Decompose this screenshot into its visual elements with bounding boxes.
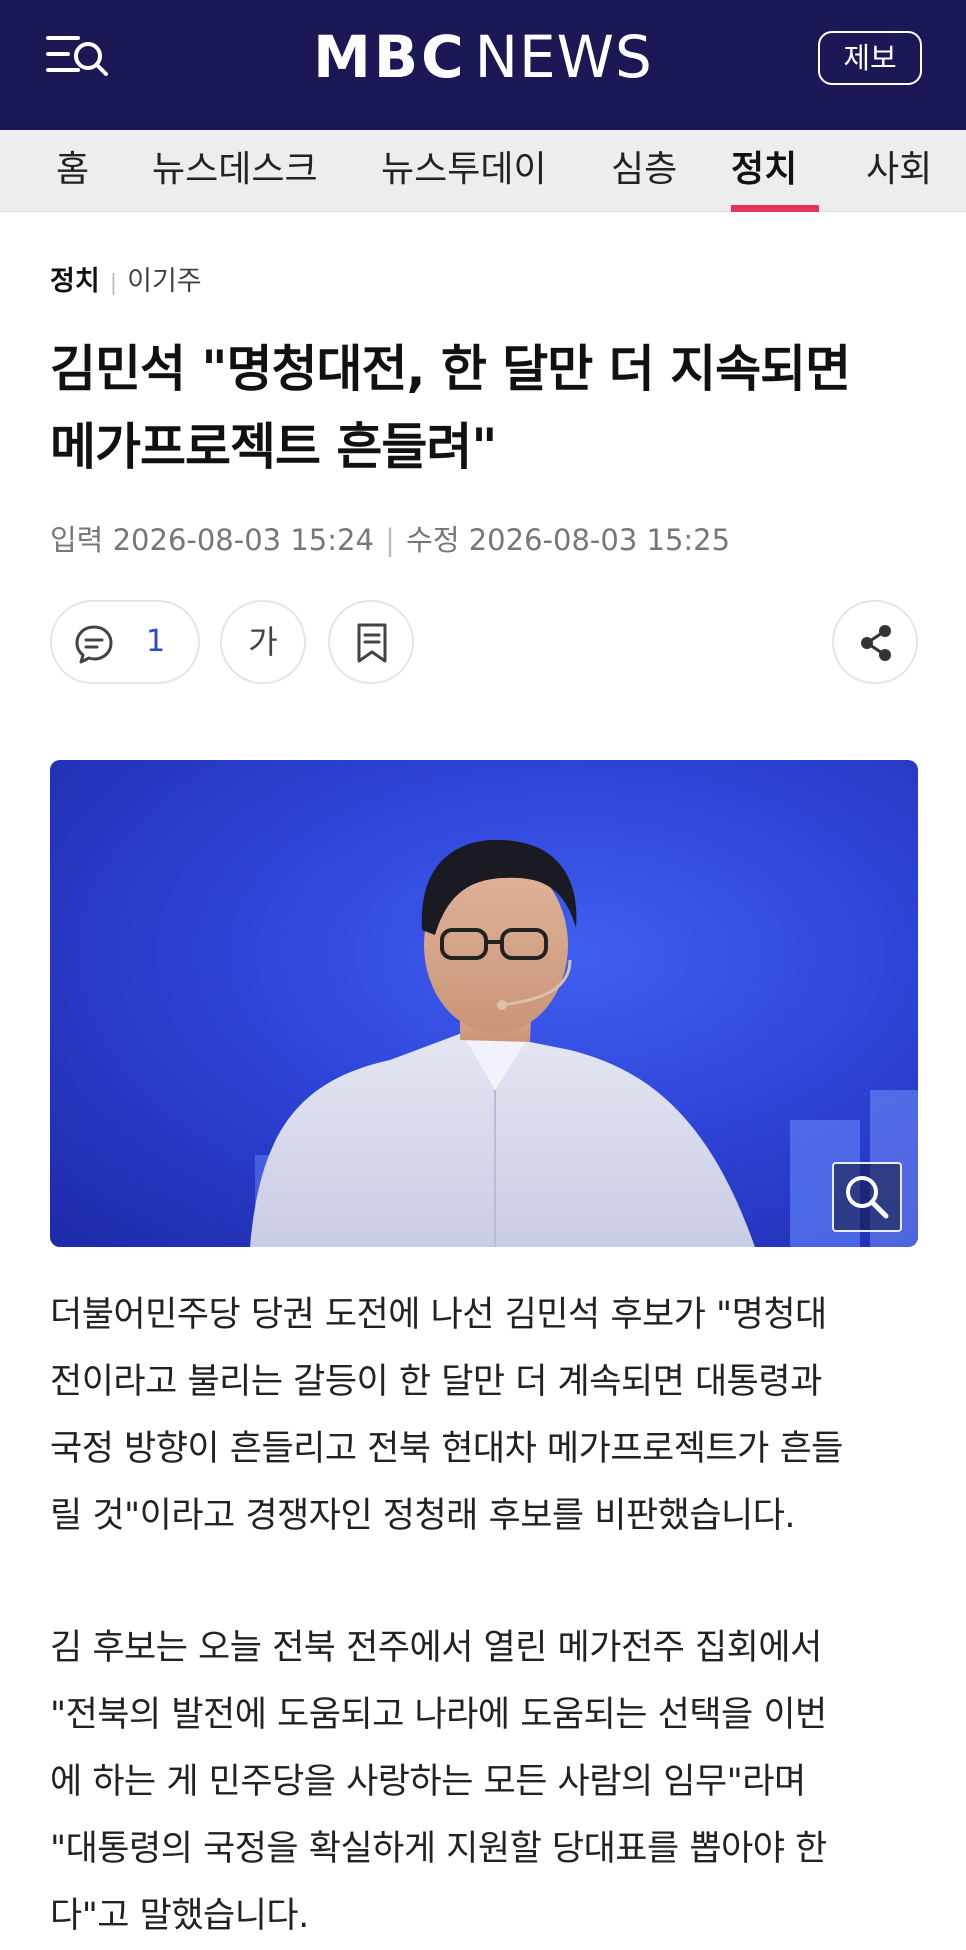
category-nav: 홈 뉴스데스크 뉴스투데이 심층 정치 사회	[0, 130, 966, 212]
headline-line-2: 메가프로젝트 흔들려"	[50, 418, 497, 476]
breadcrumb: 정치 | 이기주	[50, 265, 202, 301]
paragraph-line: 국정 방향이 흔들리고 전북 현대차 메가프로젝트가 흔들	[50, 1429, 843, 1469]
paragraph-line: "전북의 발전에 도움되고 나라에 도움되는 선택을 이번	[50, 1695, 827, 1735]
logo-news: NEWS	[474, 23, 653, 91]
font-size-icon: 가	[248, 623, 278, 661]
headline-line-1: 김민석 "명청대전, 한 달만 더 지속되면	[50, 340, 851, 398]
top-header: MBC NEWS 제보	[0, 0, 966, 130]
comment-icon	[75, 625, 113, 664]
article-paragraph-1: 더불어민주당 당권 도전에 나선 김민석 후보가 "명청대 전이라고 불리는 갈…	[50, 1282, 930, 1550]
bookmark-icon	[357, 623, 387, 663]
article-section[interactable]: 정치	[50, 266, 100, 297]
paragraph-line: 에 하는 게 민주당을 사랑하는 모든 사람의 임무"라며	[50, 1762, 806, 1802]
published-label: 입력	[50, 523, 104, 557]
published-time: 2026-08-03 15:24	[112, 523, 374, 557]
modified-label: 수정	[406, 523, 460, 557]
article-headline: 김민석 "명청대전, 한 달만 더 지속되면 메가프로젝트 흔들려"	[50, 330, 930, 486]
paragraph-line: 다"고 말했습니다.	[50, 1896, 309, 1936]
share-button[interactable]	[832, 600, 918, 684]
article-photo[interactable]	[50, 760, 918, 1247]
paragraph-line: "대통령의 국정을 확실하게 지원할 당대표를 뽑아야 한	[50, 1829, 827, 1869]
logo-mbc: MBC	[313, 23, 467, 91]
article-dates: 입력 2026-08-03 15:24 | 수정 2026-08-03 15:2…	[50, 520, 730, 560]
modified-time: 2026-08-03 15:25	[468, 523, 731, 557]
paragraph-line: 릴 것"이라고 경쟁자인 정청래 후보를 비판했습니다.	[50, 1496, 796, 1536]
speaker-photo-illustration	[250, 839, 918, 1247]
nav-item-politics[interactable]: 정치	[731, 130, 819, 212]
photo-zoom-button[interactable]	[832, 1162, 902, 1232]
article-author[interactable]: 이기주	[127, 266, 202, 297]
date-divider: |	[385, 523, 395, 557]
paragraph-line: 전이라고 불리는 갈등이 한 달만 더 계속되면 대통령과	[50, 1362, 822, 1402]
comment-button[interactable]: 1	[50, 600, 200, 684]
nav-item-home[interactable]: 홈	[56, 130, 89, 212]
zoom-icon	[846, 1176, 889, 1219]
active-tab-indicator	[731, 205, 819, 212]
nav-item-politics-label: 정치	[731, 149, 798, 190]
breadcrumb-divider: |	[109, 271, 118, 296]
comment-count: 1	[146, 624, 166, 659]
font-size-button[interactable]: 가	[220, 600, 306, 684]
paragraph-line: 더불어민주당 당권 도전에 나선 김민석 후보가 "명청대	[50, 1295, 827, 1335]
nav-item-society[interactable]: 사회	[866, 130, 932, 212]
share-icon	[861, 625, 891, 661]
bookmark-button[interactable]	[328, 600, 414, 684]
paragraph-line: 김 후보는 오늘 전북 전주에서 열린 메가전주 집회에서	[50, 1628, 822, 1668]
nav-item-newstoday[interactable]: 뉴스투데이	[381, 130, 547, 212]
nav-item-newsdesk[interactable]: 뉴스데스크	[152, 130, 318, 212]
nav-item-indepth[interactable]: 심층	[611, 130, 677, 212]
article-paragraph-2: 김 후보는 오늘 전북 전주에서 열린 메가전주 집회에서 "전북의 발전에 도…	[50, 1615, 930, 1950]
report-button[interactable]: 제보	[818, 31, 922, 85]
